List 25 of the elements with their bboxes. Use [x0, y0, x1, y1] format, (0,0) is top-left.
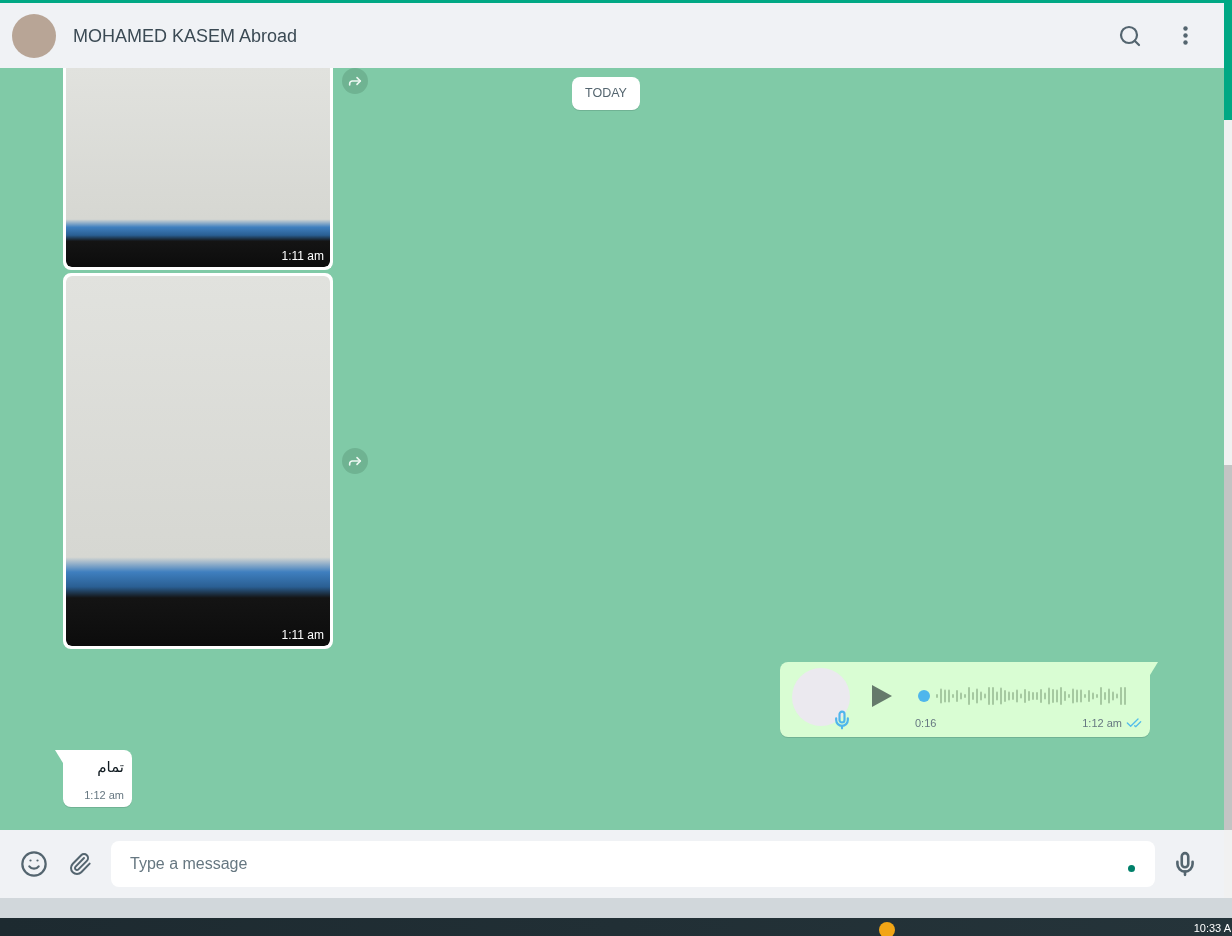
- forward-button[interactable]: [342, 68, 368, 94]
- message-time: 1:12 am: [1082, 716, 1122, 730]
- image-message[interactable]: 1:11 am: [63, 273, 333, 649]
- image-message[interactable]: 1:11 am: [63, 68, 333, 270]
- menu-icon: [1182, 26, 1188, 45]
- weather-sun-icon[interactable]: [879, 922, 895, 936]
- date-chip: TODAY: [572, 77, 640, 110]
- contact-name[interactable]: MOHAMED KASEM Abroad: [73, 23, 298, 48]
- message-text: تمام: [97, 757, 124, 778]
- paperclip-icon: [68, 852, 92, 876]
- scrollbar-thumb[interactable]: [1224, 465, 1232, 830]
- mic-icon: [832, 710, 852, 730]
- avatar-placeholder[interactable]: [12, 13, 56, 58]
- message-time: 1:12 am: [84, 788, 124, 802]
- voice-duration: 0:16: [915, 716, 937, 730]
- forward-button[interactable]: [342, 448, 368, 474]
- search-icon: [1118, 23, 1142, 48]
- message-time: 1:11 am: [281, 627, 324, 643]
- message-time: 1:11 am: [281, 248, 324, 264]
- play-button[interactable]: [870, 684, 894, 708]
- taskbar-clock[interactable]: 10:33 A: [1193, 922, 1232, 934]
- emoji-icon: [20, 850, 48, 878]
- progress-thumb[interactable]: [918, 690, 930, 702]
- message-input[interactable]: Type a message: [111, 841, 1155, 887]
- play-icon: [871, 684, 893, 708]
